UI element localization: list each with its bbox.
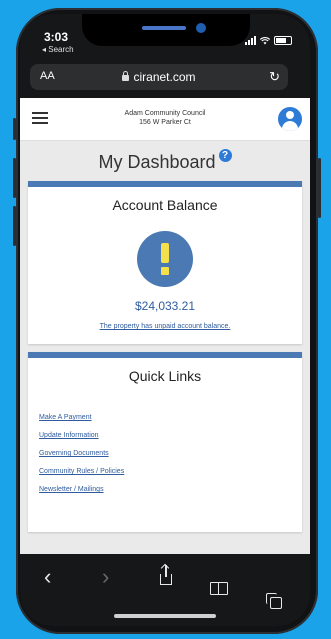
volume-down-button — [13, 206, 16, 246]
make-payment-link[interactable]: Make A Payment — [39, 414, 302, 421]
status-bar: 3:03 ◂ Search — [20, 14, 310, 58]
balance-amount: $24,033.21 — [134, 299, 196, 313]
community-info: Adam Community Council 156 W Parker Ct — [20, 109, 310, 127]
notch — [82, 14, 250, 46]
forward-button[interactable]: › — [102, 564, 109, 590]
speaker-grille — [142, 26, 186, 30]
status-icons — [245, 36, 292, 45]
url-display: ciranet.com — [30, 70, 288, 84]
back-button[interactable]: ‹ — [44, 564, 51, 590]
phone-screen: 3:03 ◂ Search AA ciranet.com ↻ Adam Comm… — [20, 14, 310, 626]
quick-links-list: Make A Payment Update Information Govern… — [28, 414, 302, 532]
tabs-icon[interactable] — [266, 593, 282, 609]
exclamation-icon — [137, 231, 193, 287]
front-camera — [196, 23, 206, 33]
battery-icon — [274, 36, 292, 45]
org-name: Adam Community Council — [124, 110, 206, 117]
page-title-text: My Dashboard — [98, 152, 216, 172]
share-icon[interactable] — [160, 565, 172, 585]
power-button — [318, 158, 321, 218]
site-header: Adam Community Council 156 W Parker Ct — [20, 98, 310, 141]
lock-icon — [122, 71, 130, 81]
mute-switch — [13, 118, 16, 140]
quick-links-title: Quick Links — [128, 368, 202, 384]
account-balance-card: Account Balance $24,033.21 The property … — [28, 181, 302, 344]
volume-up-button — [13, 158, 16, 198]
governing-documents-link[interactable]: Governing Documents — [39, 450, 302, 457]
url-bar: AA ciranet.com ↻ — [20, 58, 310, 98]
unpaid-balance-link[interactable]: The property has unpaid account balance. — [28, 323, 302, 344]
browser-toolbar: ‹ › — [20, 554, 310, 626]
url-domain: ciranet.com — [133, 70, 196, 84]
update-information-link[interactable]: Update Information — [39, 432, 302, 439]
status-time: 3:03 — [44, 30, 69, 44]
address-field[interactable]: AA ciranet.com ↻ — [30, 64, 288, 90]
bookmarks-icon[interactable] — [210, 582, 228, 595]
back-to-search-link[interactable]: ◂ Search — [42, 45, 74, 54]
reload-icon[interactable]: ↻ — [269, 69, 280, 85]
community-rules-link[interactable]: Community Rules / Policies — [39, 468, 302, 475]
page-title: My Dashboard? — [20, 149, 310, 175]
quick-links-card: Quick Links Make A Payment Update Inform… — [28, 352, 302, 532]
help-icon[interactable]: ? — [218, 149, 232, 162]
newsletter-mailings-link[interactable]: Newsletter / Mailings — [39, 486, 302, 493]
home-indicator — [114, 614, 216, 618]
wifi-icon — [260, 36, 270, 44]
user-avatar-icon[interactable] — [278, 107, 302, 131]
account-balance-title: Account Balance — [112, 197, 218, 213]
cellular-signal-icon — [245, 36, 256, 45]
org-address: 156 W Parker Ct — [139, 119, 191, 126]
web-page: Adam Community Council 156 W Parker Ct M… — [20, 98, 310, 554]
